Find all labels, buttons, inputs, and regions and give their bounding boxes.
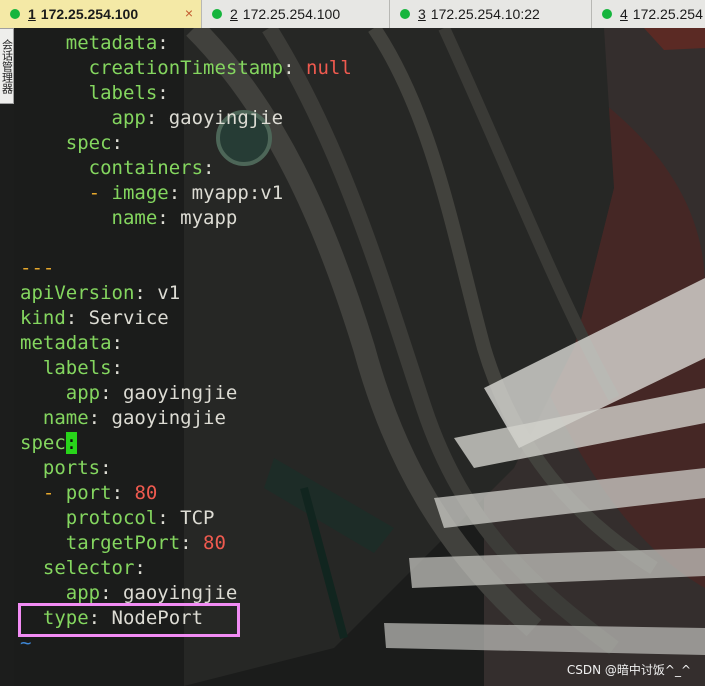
code-line: labels: <box>88 82 169 104</box>
terminal-pane[interactable]: metadata: creationTimestamp: null labels… <box>14 28 705 686</box>
code-line: app: gaoyingjie <box>65 382 238 404</box>
tab-host: 172.25.254 <box>632 6 703 22</box>
code-line: - port: 80 <box>42 482 158 504</box>
code-line: containers: <box>88 157 215 179</box>
code-line: ports: <box>42 457 112 479</box>
code-line: labels: <box>42 357 123 379</box>
tab-host: 172.25.254.100 <box>40 6 139 22</box>
session-manager-handle[interactable]: 会话管理器 <box>0 28 14 104</box>
tab-session-1[interactable]: 1 172.25.254.100 × <box>0 0 202 28</box>
code-line: kind: Service <box>20 307 169 329</box>
connection-status-icon <box>212 9 222 19</box>
tab-host: 172.25.254.10:22 <box>430 6 540 22</box>
tab-session-3[interactable]: 3 172.25.254.10:22 <box>390 0 592 28</box>
code-line: creationTimestamp: null <box>88 57 352 79</box>
close-icon[interactable]: × <box>185 5 193 21</box>
connection-status-icon <box>400 9 410 19</box>
code-line: spec: <box>65 132 123 154</box>
code-line: --- <box>20 257 55 279</box>
code-line: metadata: <box>65 32 169 54</box>
session-manager-label: 会话管理器 <box>0 38 13 94</box>
tab-number: 4 <box>620 6 628 22</box>
text-cursor: : <box>65 432 78 454</box>
tab-host: 172.25.254.100 <box>242 6 341 22</box>
code-line: app: gaoyingjie <box>111 107 284 129</box>
code-line: apiVersion: v1 <box>20 282 181 304</box>
code-line: metadata: <box>20 332 123 354</box>
watermark: CSDN @暗中讨饭^_^ <box>566 663 691 677</box>
code-line: name: myapp <box>111 207 238 229</box>
tab-number: 1 <box>28 6 36 22</box>
code-line: targetPort: 80 <box>65 532 226 554</box>
code-line: spec: <box>20 432 78 454</box>
code-line: app: gaoyingjie <box>65 582 238 604</box>
connection-status-icon <box>602 9 612 19</box>
tab-bar: 1 172.25.254.100 × 2 172.25.254.100 3 17… <box>0 0 705 29</box>
highlight-box <box>18 603 240 637</box>
yaml-editor-content[interactable]: metadata: creationTimestamp: null labels… <box>20 31 352 656</box>
tab-number: 2 <box>230 6 238 22</box>
code-line: name: gaoyingjie <box>42 407 226 429</box>
tab-session-2[interactable]: 2 172.25.254.100 <box>202 0 390 28</box>
code-line: - image: myapp:v1 <box>88 182 284 204</box>
code-line: selector: <box>42 557 146 579</box>
connection-status-icon <box>10 9 20 19</box>
code-line: protocol: TCP <box>65 507 215 529</box>
tab-number: 3 <box>418 6 426 22</box>
tab-session-4[interactable]: 4 172.25.254 <box>592 0 705 28</box>
